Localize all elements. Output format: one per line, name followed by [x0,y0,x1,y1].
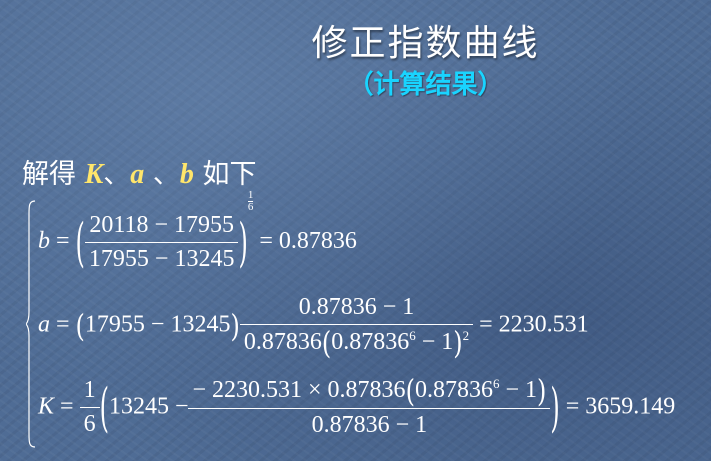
equation-b: b = (20118 − 17955 17955 − 13245) 1 6 = 0.8… [38,189,357,274]
eq-b-lhs: b [38,228,50,255]
eq-a-result: = 2230.531 [479,311,589,338]
eq-a-lhs: a [38,311,50,338]
eq-K-first-term: 13245 − [108,393,189,420]
eq-a-fraction: 0.87836 − 1 0.87836(0.878366 − 1)2 [239,294,474,362]
left-brace [26,200,36,448]
slide-title: 修正指数曲线 [311,23,540,64]
equation-a: a = (17955 − 13245) 0.87836 − 1 0.87836(0.… [38,294,589,362]
left-paren: ( [75,211,85,274]
eq-K-numerator: − 2230.531 × 0.87836(0.878366 − 1) [188,373,551,410]
intro-prefix: 解得 [22,159,76,190]
eq-K-fraction: − 2230.531 × 0.87836(0.878366 − 1) 0.8783… [188,373,551,439]
eq-a-factor: 17955 − 13245 [84,311,231,338]
eq-K-denominator: 0.87836 − 1 [311,412,428,439]
eq-a-numerator: 0.87836 − 1 [239,294,474,325]
equation-K: K = 1 6 (13245 − − 2230.531 × 0.87836(0.878… [38,373,676,439]
eq-b-numerator: 20118 − 17955 [84,212,239,243]
eq-b-result: = 0.87836 [259,228,357,255]
intro-suffix: 如下 [202,159,257,190]
slide-subtitle: （计算结果） [347,70,504,100]
eq-b-fraction: 20118 − 17955 17955 − 13245 [84,212,239,273]
eq-b-denominator: 17955 − 13245 [88,246,235,272]
eq-b-exponent: 16 [247,189,254,213]
separator: 、 [103,159,131,190]
right-paren: ) [238,211,248,274]
eq-K-coefficient: 16 [79,377,100,438]
eq-a-denominator: 0.87836(0.878366 − 1)2 [243,325,470,362]
var-b: b [179,159,194,190]
var-a: a [130,159,145,190]
separator: 、 [152,159,180,190]
eq-K-lhs: K [38,393,55,420]
var-K: K [84,159,104,190]
intro-line: 解得 K、a 、b 如下 [22,152,256,191]
eq-K-result: = 3659.149 [565,393,676,420]
